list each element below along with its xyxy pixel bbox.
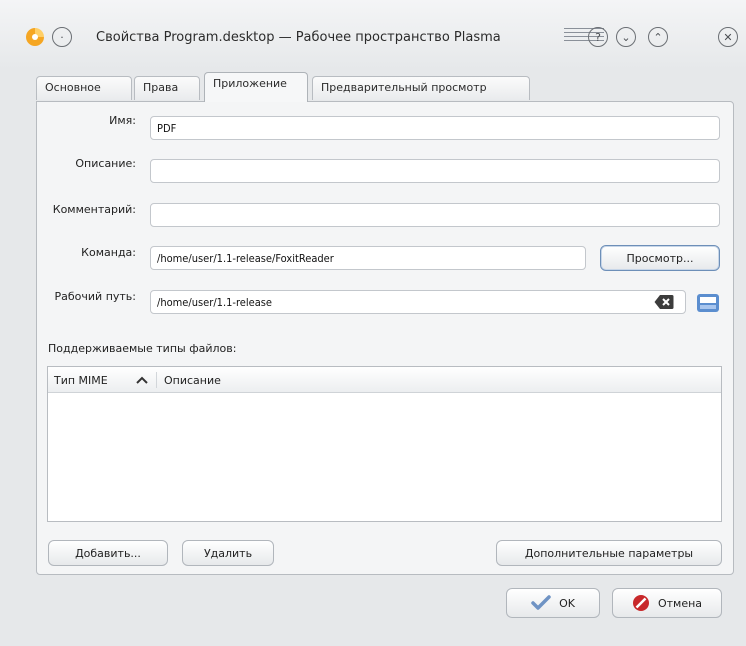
mime-types-list[interactable]: Тип MIME Описание [47, 366, 722, 522]
chevron-down-icon: ⌄ [621, 30, 631, 44]
help-button[interactable]: ? [588, 27, 608, 47]
mime-table-header: Тип MIME Описание [48, 367, 721, 393]
minimize-button[interactable]: ⌄ [616, 27, 636, 47]
cancel-button[interactable]: Отмена [612, 588, 722, 618]
column-divider [156, 372, 157, 388]
cancel-icon [632, 595, 649, 611]
name-field[interactable]: PDF [150, 116, 720, 140]
advanced-options-button[interactable]: Дополнительные параметры [496, 540, 722, 566]
window-menu-button[interactable]: · [52, 27, 72, 47]
ok-label: OK [559, 596, 575, 610]
command-label: Команда: [81, 246, 136, 259]
comment-field[interactable] [150, 203, 720, 227]
tab-permissions[interactable]: Права [134, 76, 200, 100]
close-button[interactable]: ✕ [718, 27, 738, 47]
remove-button[interactable]: Удалить [182, 540, 274, 566]
folder-select-icon[interactable] [696, 292, 720, 314]
maximize-button[interactable]: ⌃ [648, 27, 668, 47]
workdir-field[interactable]: /home/user/1.1-release [150, 290, 686, 314]
menu-dot-icon: · [60, 30, 64, 44]
close-icon: ✕ [723, 30, 733, 44]
filetypes-label: Поддерживаемые типы файлов: [48, 342, 237, 355]
clear-text-icon[interactable] [654, 294, 674, 310]
command-field[interactable]: /home/user/1.1-release/FoxitReader [150, 246, 586, 270]
browse-button[interactable]: Просмотр... [600, 245, 720, 271]
column-header-description[interactable]: Описание [164, 374, 221, 387]
sort-ascending-icon[interactable] [136, 376, 148, 384]
tab-application[interactable]: Приложение [204, 72, 308, 102]
description-label: Описание: [75, 157, 136, 170]
chevron-up-icon: ⌃ [653, 30, 663, 44]
window-title: Свойства Program.desktop — Рабочее прост… [96, 30, 501, 45]
tab-general[interactable]: Основное [36, 76, 132, 100]
column-header-mime[interactable]: Тип MIME [54, 374, 108, 387]
checkmark-icon [531, 595, 551, 610]
app-settings-icon[interactable] [24, 26, 46, 48]
description-field[interactable] [150, 159, 720, 183]
add-button[interactable]: Добавить... [48, 540, 168, 566]
cancel-label: Отмена [657, 596, 703, 610]
comment-label: Комментарий: [52, 203, 136, 216]
workdir-label: Рабочий путь: [54, 290, 136, 303]
help-icon: ? [595, 30, 601, 44]
ok-button[interactable]: OK [506, 588, 600, 618]
tab-preview[interactable]: Предварительный просмотр [312, 76, 530, 100]
name-label: Имя: [109, 114, 136, 127]
